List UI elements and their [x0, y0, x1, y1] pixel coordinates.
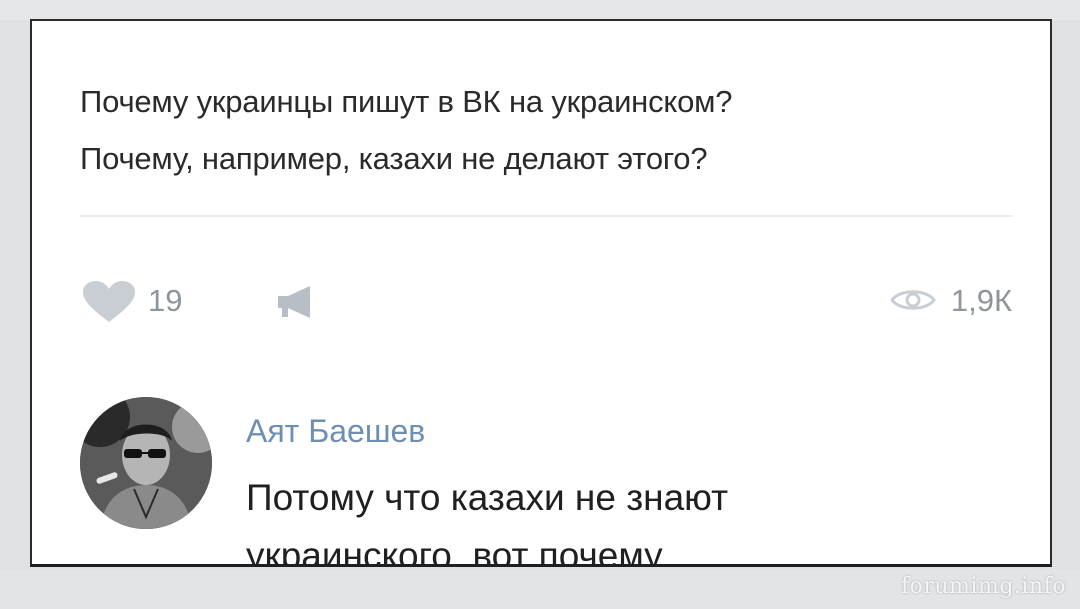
post-card: Почему украинцы пишут в ВК на украинском…: [30, 19, 1052, 567]
comment-text-line: Потому что казахи не знают: [246, 477, 729, 518]
post-actions: 19 1,9К: [80, 279, 1012, 323]
heart-icon[interactable]: [82, 281, 136, 323]
megaphone-icon[interactable]: [276, 285, 318, 319]
comment-text-line: украинского, вот почему: [246, 535, 663, 567]
comment-author-link[interactable]: Аят Баешев: [246, 411, 425, 451]
like-count: 19: [148, 283, 183, 318]
post-text-line: Почему украинцы пишут в ВК на украинском…: [80, 84, 733, 119]
post-text-line: Почему, например, казахи не делают этого…: [80, 141, 708, 176]
watermark: forumimg.info: [900, 574, 1066, 599]
comment: Аят Баешев Потому что казахи не знают ук…: [80, 397, 1020, 567]
eye-icon: [890, 285, 936, 315]
post-text: Почему украинцы пишут в ВК на украинском…: [80, 73, 1020, 187]
avatar[interactable]: [80, 397, 212, 529]
post-divider: [80, 215, 1012, 217]
image-frame-top: [0, 0, 1080, 20]
comment-text: Потому что казахи не знают украинского, …: [246, 469, 986, 567]
views-count: 1,9К: [950, 283, 1012, 318]
